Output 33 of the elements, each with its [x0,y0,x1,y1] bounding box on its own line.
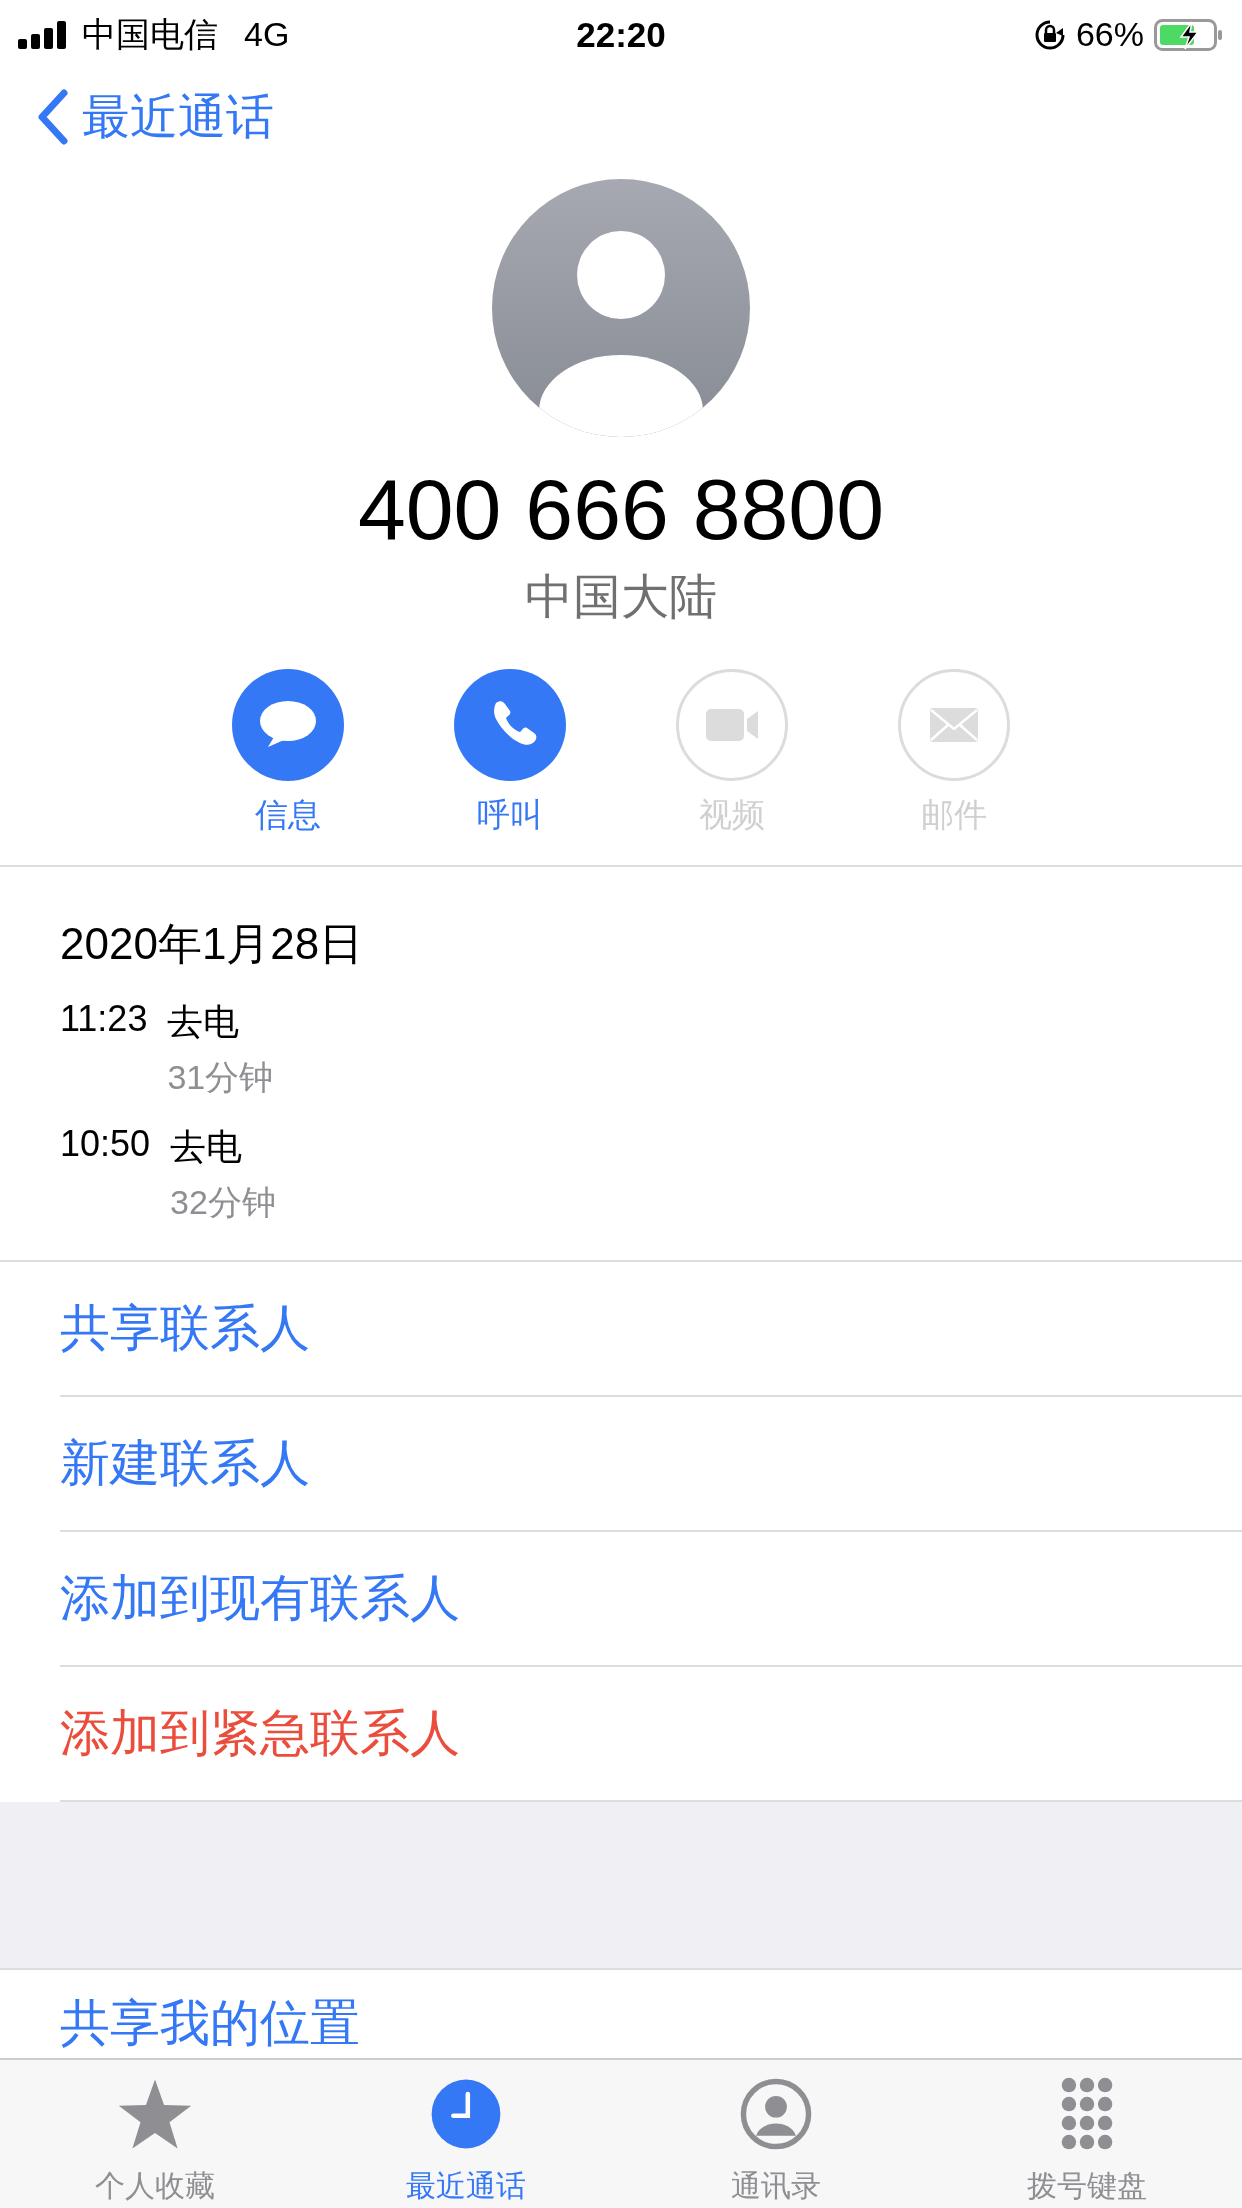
menu-link[interactable]: 添加到紧急联系人 [60,1700,460,1767]
phone-icon [454,669,566,781]
rotation-lock-icon [1033,18,1066,51]
call-time: 11:23 [60,998,148,1041]
share-location-link[interactable]: 共享我的位置 [60,1998,360,2048]
avatar-icon [492,179,750,437]
call-date: 2020年1月28日 [60,918,365,970]
keypad-tab[interactable]: 拨号键盘 [931,2060,1242,2208]
favorites-tab[interactable]: 个人收藏 [0,2060,311,2208]
menu-link[interactable]: 添加到现有联系人 [60,1565,460,1632]
region-label: 中国大陆 [525,569,717,625]
video-camera-icon [676,669,788,781]
phone-number: 400 666 8800 [357,460,885,559]
call-type: 去电 [170,1125,244,1169]
network-type: 4G [244,15,290,55]
contacts-tab[interactable]: 通讯录 [621,2060,932,2208]
menu-link[interactable]: 共享联系人 [60,1295,310,1362]
back-button[interactable]: 最近通话 [36,85,274,150]
carrier-name: 中国电信 [82,13,218,55]
call-duration: 31分钟 [167,1057,274,1098]
call-duration: 32分钟 [170,1182,276,1223]
battery-charging-icon [1154,18,1224,51]
menu-link[interactable]: 新建联系人 [60,1430,310,1497]
clock-time: 22:20 [576,14,666,55]
call-time: 10:50 [60,1123,151,1166]
recents-tab[interactable]: 最近通话 [310,2060,621,2208]
speech-bubble-icon [232,669,344,781]
battery-percent: 66% [1075,15,1144,55]
chevron-left-icon [36,89,68,146]
message-button[interactable]: 信息 [232,669,344,835]
phone-button[interactable]: 呼叫 [454,669,566,835]
envelope-icon [898,669,1010,781]
call-type: 去电 [167,1000,241,1044]
